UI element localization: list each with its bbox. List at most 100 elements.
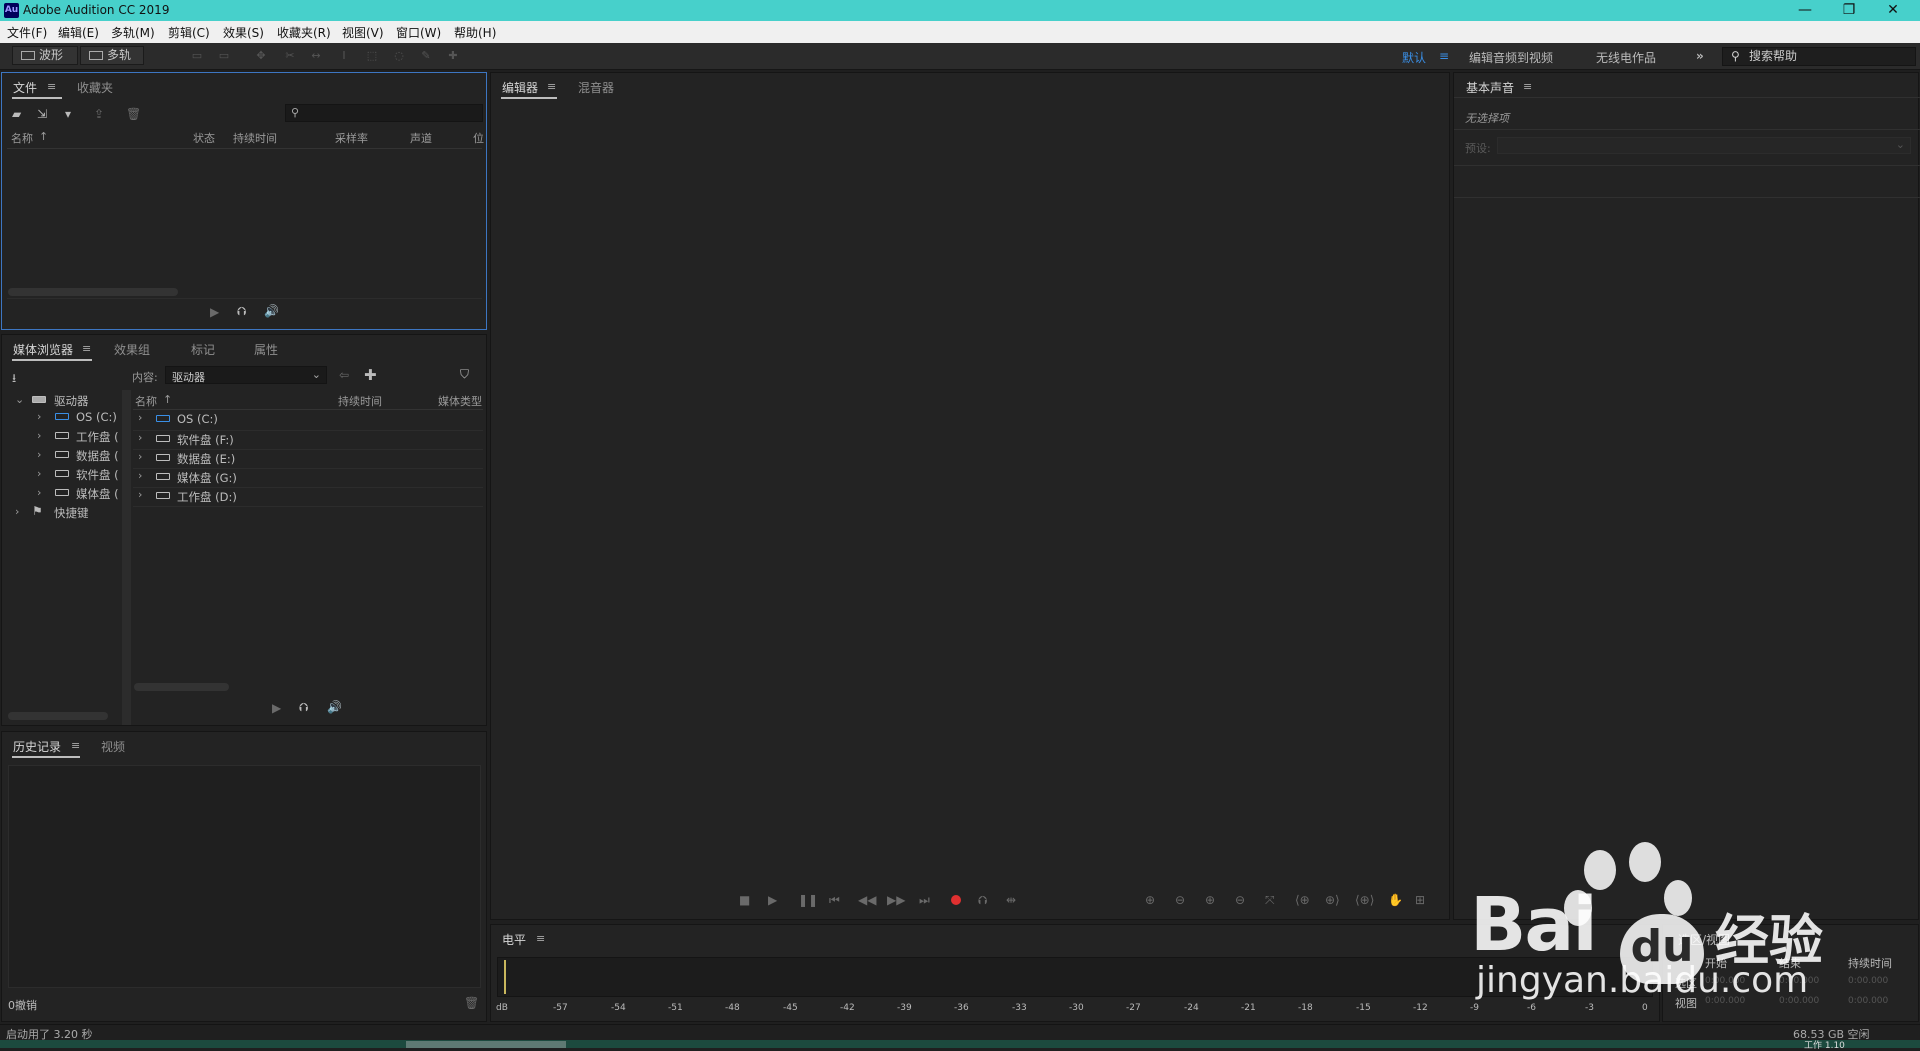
open-file-icon[interactable]: ▰ — [12, 107, 21, 121]
play-icon[interactable]: ▶ — [768, 893, 777, 907]
tab-effects-rack[interactable]: 效果组 — [114, 341, 150, 358]
splitter-handle[interactable] — [122, 390, 131, 725]
time-selection-icon[interactable]: I — [337, 50, 351, 62]
col-status[interactable]: 状态 — [193, 130, 215, 146]
zoom-out-amplitude-icon[interactable]: ⊖ — [1175, 893, 1185, 907]
tab-level[interactable]: 电平 — [502, 931, 526, 948]
slip-tool-icon[interactable]: ↔ — [309, 50, 323, 62]
tree-item[interactable]: 数据盘 ( — [76, 448, 119, 464]
files-search-input[interactable]: ⚲ — [285, 104, 483, 122]
back-icon[interactable]: ⇦ — [339, 368, 349, 382]
col-duration[interactable]: 持续时间 — [233, 130, 277, 146]
tab-favorites[interactable]: 收藏夹 — [77, 79, 113, 96]
tree-root-drives[interactable]: 驱动器 — [54, 393, 89, 409]
list-item[interactable]: › 工作盘 (D:) — [133, 488, 483, 507]
list-item[interactable]: › 软件盘 (F:) — [133, 431, 483, 450]
import-media-icon[interactable]: ⭳ — [12, 369, 16, 390]
menu-favorites[interactable]: 收藏夹(R) — [277, 24, 331, 41]
essential-menu-icon[interactable]: ≡ — [1523, 80, 1532, 93]
chevron-right-icon[interactable]: › — [37, 448, 41, 461]
files-menu-icon[interactable]: ≡ — [47, 80, 56, 93]
zoom-selection-icon[interactable]: ⟨⊕⟩ — [1355, 893, 1374, 907]
new-file-icon[interactable]: ▾ — [65, 107, 71, 121]
move-to-end-icon[interactable]: ⏭ — [919, 893, 930, 908]
chevron-right-icon[interactable]: › — [37, 410, 41, 423]
fast-forward-icon[interactable]: ▶▶ — [887, 893, 905, 907]
col-name[interactable]: 名称 — [11, 130, 33, 146]
insert-into-multitrack-icon[interactable]: ⇪ — [94, 107, 104, 121]
delete-icon[interactable]: 🗑 — [126, 107, 141, 121]
pause-icon[interactable]: ❚❚ — [798, 893, 818, 907]
col-media-type[interactable]: 媒体类型 — [438, 393, 482, 409]
razor-tool-icon[interactable]: ✂ — [283, 50, 297, 62]
more-workspaces-icon[interactable]: » — [1696, 49, 1704, 63]
menu-edit[interactable]: 编辑(E) — [58, 24, 99, 41]
record-icon[interactable] — [951, 895, 961, 905]
list-item[interactable]: › OS (C:) — [133, 411, 483, 430]
zoom-in-time-icon[interactable]: ⊕ — [1205, 893, 1215, 907]
zoom-in-point-in-icon[interactable]: ⟨⊕ — [1295, 893, 1310, 907]
tab-files[interactable]: 文件 — [13, 79, 37, 96]
tab-media-browser[interactable]: 媒体浏览器 — [13, 341, 73, 358]
workspace-default-menu-icon[interactable]: ≡ — [1439, 49, 1449, 63]
tree-shortcuts[interactable]: 快捷键 — [54, 505, 89, 521]
list-item[interactable]: › 媒体盘 (G:) — [133, 469, 483, 488]
history-menu-icon[interactable]: ≡ — [71, 739, 80, 752]
lasso-icon[interactable]: ◌ — [392, 50, 406, 62]
preset-select[interactable]: ⌄ — [1497, 137, 1911, 154]
col-sample-rate[interactable]: 采样率 — [335, 130, 368, 146]
chevron-right-icon[interactable]: › — [37, 486, 41, 499]
stop-icon[interactable]: ■ — [739, 893, 750, 907]
col-name[interactable]: 名称 — [135, 393, 157, 409]
skip-selection-icon[interactable]: ⇹ — [1006, 893, 1016, 907]
col-channels[interactable]: 声道 — [410, 130, 432, 146]
filter-icon[interactable]: ⛉ — [460, 367, 469, 382]
menu-clip[interactable]: 剪辑(C) — [168, 24, 210, 41]
loop-icon[interactable]: ⮉ — [299, 700, 308, 715]
menu-multitrack[interactable]: 多轨(M) — [111, 24, 155, 41]
chevron-right-icon[interactable]: › — [37, 467, 41, 480]
move-tool-icon[interactable]: ✥ — [254, 50, 268, 62]
zoom-in-point-out-icon[interactable]: ⊕⟩ — [1325, 893, 1340, 907]
editor-menu-icon[interactable]: ≡ — [547, 80, 556, 93]
tab-history[interactable]: 历史记录 — [13, 738, 61, 755]
tree-item[interactable]: 软件盘 ( — [76, 467, 119, 483]
col-duration[interactable]: 持续时间 — [338, 393, 382, 409]
zoom-in-amplitude-icon[interactable]: ⊕ — [1145, 893, 1155, 907]
zoom-out-time-icon[interactable]: ⊖ — [1235, 893, 1245, 907]
import-file-icon[interactable]: ⇲ — [37, 107, 47, 121]
multitrack-button[interactable]: 多轨 — [80, 46, 144, 65]
tree-item[interactable]: OS (C:) — [76, 410, 117, 424]
tab-editor[interactable]: 编辑器 — [502, 79, 538, 96]
play-icon[interactable]: ▶ — [210, 305, 219, 319]
waveform-button[interactable]: 波形 — [12, 46, 78, 65]
chevron-right-icon[interactable]: › — [15, 505, 19, 518]
files-scrollbar[interactable] — [8, 288, 178, 296]
menu-view[interactable]: 视图(V) — [342, 24, 384, 41]
zoom-tracks-icon[interactable]: ✋ — [1388, 893, 1403, 907]
list-item[interactable]: › 数据盘 (E:) — [133, 450, 483, 469]
spectral-frequency-icon[interactable]: ▭ — [190, 50, 204, 62]
loop-playback-icon[interactable]: ⮉ — [978, 893, 987, 908]
loop-icon[interactable]: ⮉ — [237, 304, 246, 319]
tab-mixer[interactable]: 混音器 — [578, 79, 614, 96]
workspace-default[interactable]: 默认 — [1402, 49, 1426, 66]
delete-history-icon[interactable]: 🗑 — [464, 996, 479, 1010]
menu-effects[interactable]: 效果(S) — [223, 24, 264, 41]
tree-item[interactable]: 工作盘 ( — [76, 429, 119, 445]
marquee-icon[interactable]: ⬚ — [365, 50, 379, 62]
brush-icon[interactable]: ✎ — [419, 50, 433, 62]
autoplay-icon[interactable]: 🔊 — [264, 304, 279, 318]
col-bits[interactable]: 位 — [473, 130, 484, 146]
tree-scrollbar[interactable] — [8, 712, 108, 720]
workspace-radio[interactable]: 无线电作品 — [1596, 49, 1656, 66]
menu-help[interactable]: 帮助(H) — [454, 24, 496, 41]
zoom-out-full-icon[interactable]: ⤧ — [1265, 893, 1275, 908]
media-menu-icon[interactable]: ≡ — [82, 342, 91, 355]
move-to-start-icon[interactable]: ⏮ — [829, 893, 840, 908]
zoom-all-icon[interactable]: ⊞ — [1415, 893, 1425, 907]
rewind-icon[interactable]: ◀◀ — [858, 893, 876, 907]
menu-file[interactable]: 文件(F) — [7, 24, 47, 41]
menu-window[interactable]: 窗口(W) — [396, 24, 441, 41]
workspace-edit-audio-video[interactable]: 编辑音频到视频 — [1469, 49, 1553, 66]
